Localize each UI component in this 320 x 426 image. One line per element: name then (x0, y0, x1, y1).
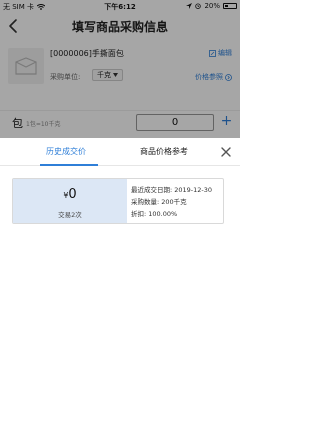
dropdown-triangle-icon (113, 73, 118, 77)
record-price: ¥0 (13, 187, 127, 202)
increment-button[interactable]: + (218, 114, 235, 131)
battery-percent: 20% (204, 2, 220, 10)
product-name: [0000006]手撕面包 (50, 49, 124, 58)
price-reference-button[interactable]: 价格参照 (195, 72, 232, 82)
alarm-icon (195, 3, 202, 9)
record-details: 最近成交日期: 2019-12-30 采购数量: 200千克 折扣: 100.0… (131, 184, 212, 220)
edit-button[interactable]: 编辑 (209, 48, 232, 58)
status-right: 20% (186, 2, 237, 10)
price-history-sheet: 历史成交价 商品价格参考 ¥0 交易2次 最近成交日期: 2019-12-30 … (0, 138, 240, 426)
purchase-unit-select[interactable]: 千克 (92, 69, 123, 81)
record-price-value: 0 (68, 187, 77, 202)
edit-label: 编辑 (218, 49, 232, 57)
tab-price-reference[interactable]: 商品价格参考 (140, 146, 188, 157)
nav-bar: 填写商品采购信息 (0, 12, 240, 40)
record-last-date: 最近成交日期: 2019-12-30 (131, 186, 213, 194)
status-bar: 无 SIM 卡 下午6:12 20% (0, 0, 240, 12)
close-icon[interactable] (218, 144, 234, 160)
location-icon (186, 3, 193, 9)
active-tab-indicator (40, 164, 98, 166)
quantity-row: 包 1包=10千克 0 + (0, 110, 240, 134)
page-title: 填写商品采购信息 (71, 20, 168, 34)
record-discount: 折扣: 100.00% (131, 210, 178, 218)
record-trade-count: 交易2次 (58, 211, 82, 219)
quantity-input[interactable]: 0 (136, 114, 214, 131)
unit-conversion: 1包=10千克 (26, 121, 61, 128)
price-reference-label: 价格参照 (195, 73, 223, 81)
price-history-record: ¥0 交易2次 最近成交日期: 2019-12-30 采购数量: 200千克 折… (12, 178, 224, 224)
purchase-unit-value: 千克 (97, 71, 111, 79)
battery-icon (223, 3, 237, 9)
image-placeholder-icon (15, 57, 37, 75)
purchase-unit-label: 采购单位: (50, 73, 81, 81)
record-quantity: 采购数量: 200千克 (131, 198, 187, 206)
quantity-unit: 包 (12, 117, 23, 130)
product-card: [0000006]手撕面包 编辑 采购单位: 千克 价格参照 (0, 42, 240, 96)
record-price-panel: ¥0 交易2次 (13, 179, 127, 223)
chevron-right-circle-icon (225, 73, 232, 81)
product-thumbnail (8, 48, 44, 84)
tab-history-price[interactable]: 历史成交价 (46, 146, 86, 157)
sheet-tabs: 历史成交价 商品价格参考 (0, 138, 240, 166)
edit-icon (209, 49, 216, 57)
